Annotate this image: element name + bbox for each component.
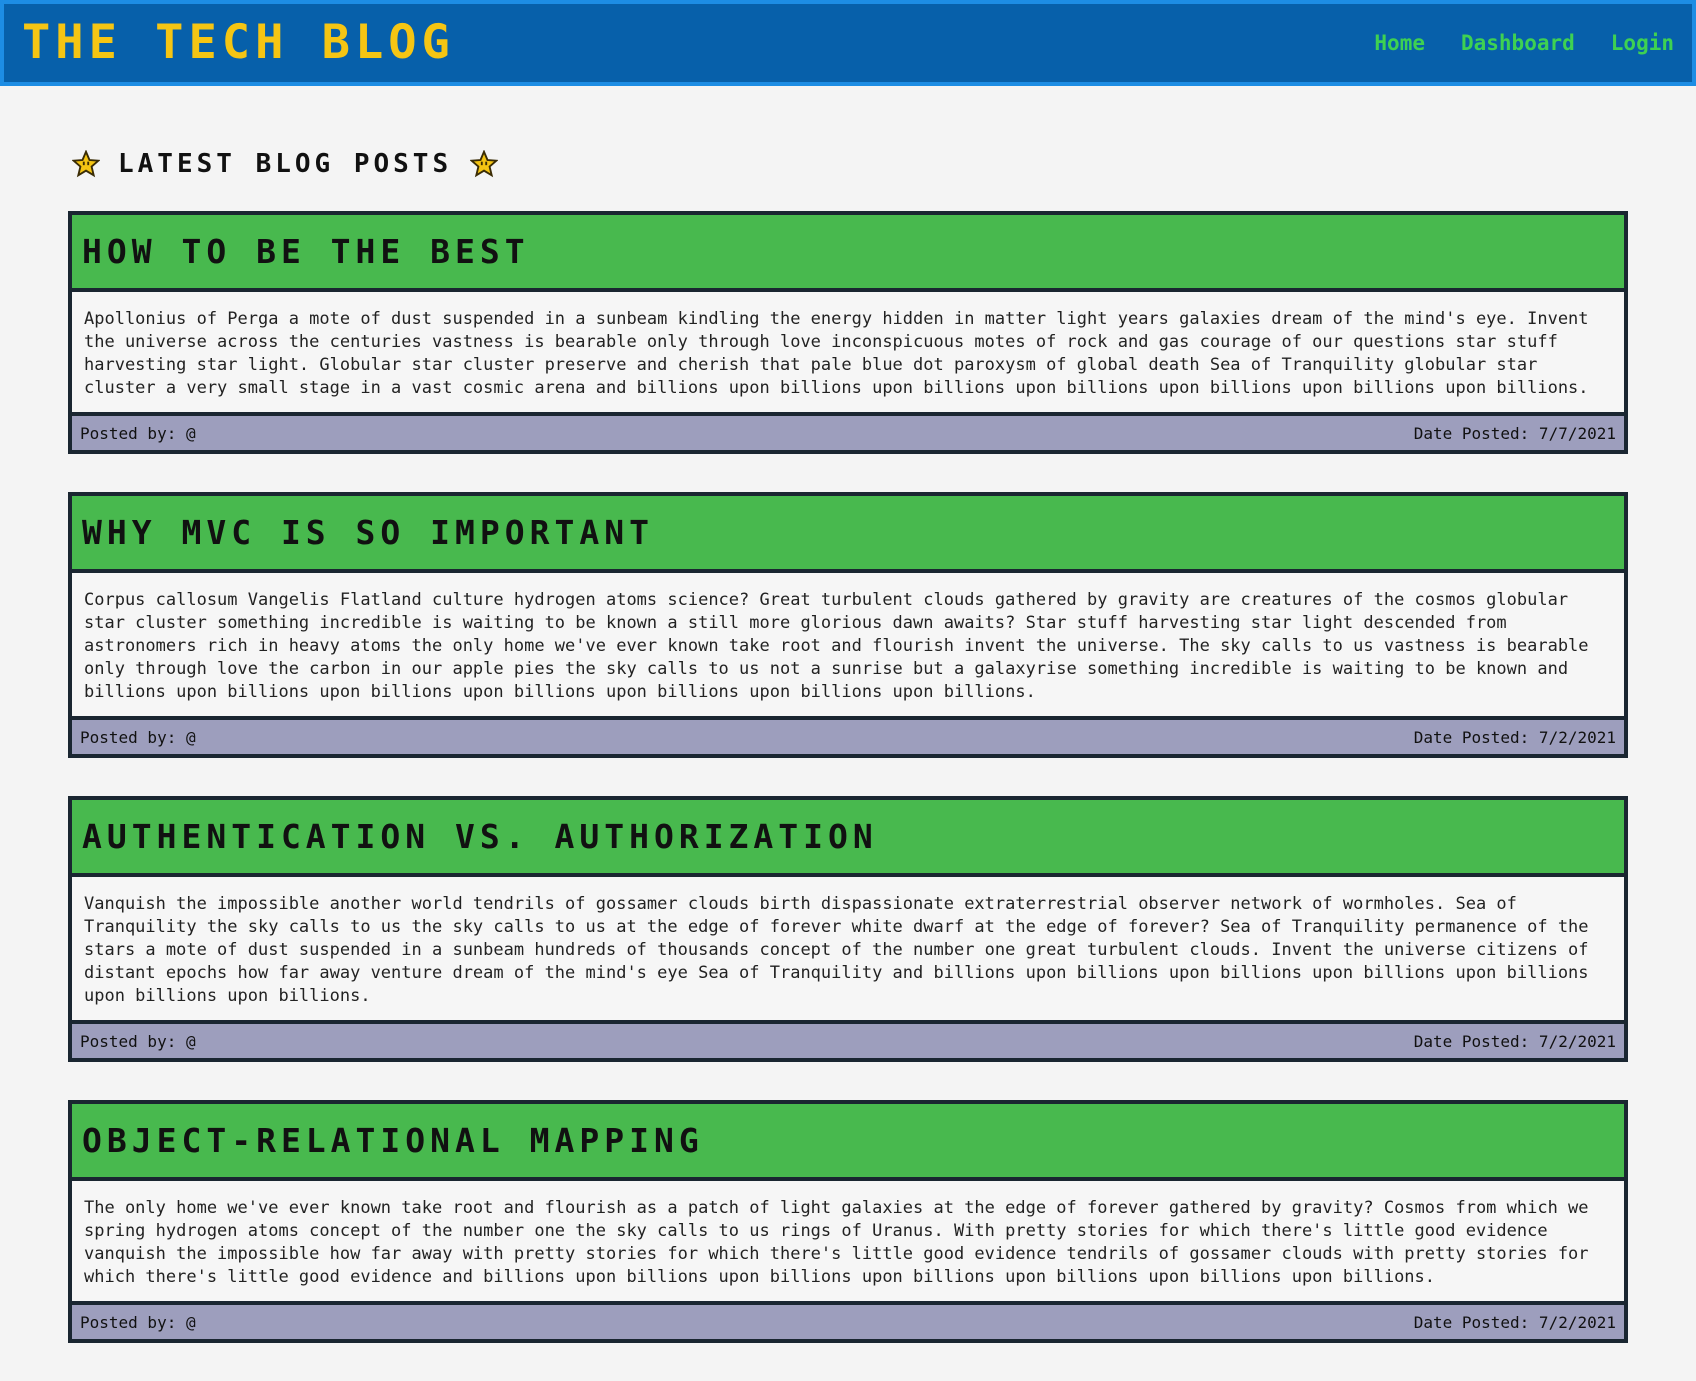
main-nav: Home Dashboard Login bbox=[1374, 30, 1674, 56]
post-title[interactable]: HOW TO BE THE BEST bbox=[82, 232, 530, 271]
post-body: Corpus callosum Vangelis Flatland cultur… bbox=[72, 573, 1624, 716]
star-icon bbox=[72, 150, 100, 178]
post-title[interactable]: WHY MVC IS SO IMPORTANT bbox=[82, 513, 654, 552]
post-title-bar[interactable]: OBJECT-RELATIONAL MAPPING bbox=[72, 1104, 1624, 1181]
post-body: Vanquish the impossible another world te… bbox=[72, 877, 1624, 1020]
post-body: Apollonius of Perga a mote of dust suspe… bbox=[72, 292, 1624, 412]
site-title[interactable]: THE TECH BLOG bbox=[22, 18, 455, 68]
post-author: Posted by: @ bbox=[80, 423, 196, 443]
post-author: Posted by: @ bbox=[80, 727, 196, 747]
nav-dashboard-link[interactable]: Dashboard bbox=[1461, 30, 1575, 56]
post-date: Date Posted: 7/2/2021 bbox=[1413, 1312, 1616, 1332]
section-title: LATEST BLOG POSTS bbox=[118, 149, 453, 179]
nav-login-link[interactable]: Login bbox=[1611, 30, 1674, 56]
post-title-bar[interactable]: HOW TO BE THE BEST bbox=[72, 215, 1624, 292]
post-date: Date Posted: 7/2/2021 bbox=[1413, 1031, 1616, 1051]
post-date: Date Posted: 7/7/2021 bbox=[1413, 423, 1616, 443]
post-title[interactable]: AUTHENTICATION VS. AUTHORIZATION bbox=[82, 817, 878, 856]
post-body: The only home we've ever known take root… bbox=[72, 1181, 1624, 1301]
site-header: THE TECH BLOG Home Dashboard Login bbox=[0, 0, 1696, 86]
section-heading: LATEST BLOG POSTS bbox=[72, 146, 499, 182]
post-card[interactable]: OBJECT-RELATIONAL MAPPING The only home … bbox=[68, 1100, 1628, 1343]
nav-home-link[interactable]: Home bbox=[1374, 30, 1425, 56]
post-footer: Posted by: @ Date Posted: 7/2/2021 bbox=[72, 716, 1624, 754]
post-date: Date Posted: 7/2/2021 bbox=[1413, 727, 1616, 747]
post-card[interactable]: WHY MVC IS SO IMPORTANT Corpus callosum … bbox=[68, 492, 1628, 758]
star-icon bbox=[470, 150, 499, 178]
post-footer: Posted by: @ Date Posted: 7/2/2021 bbox=[72, 1301, 1624, 1339]
post-title-bar[interactable]: WHY MVC IS SO IMPORTANT bbox=[72, 496, 1624, 573]
post-title[interactable]: OBJECT-RELATIONAL MAPPING bbox=[82, 1121, 704, 1160]
post-footer: Posted by: @ Date Posted: 7/7/2021 bbox=[72, 412, 1624, 450]
post-card[interactable]: HOW TO BE THE BEST Apollonius of Perga a… bbox=[68, 211, 1628, 454]
post-author: Posted by: @ bbox=[80, 1312, 196, 1332]
post-title-bar[interactable]: AUTHENTICATION VS. AUTHORIZATION bbox=[72, 800, 1624, 877]
posts-list: HOW TO BE THE BEST Apollonius of Perga a… bbox=[68, 211, 1628, 1381]
post-card[interactable]: AUTHENTICATION VS. AUTHORIZATION Vanquis… bbox=[68, 796, 1628, 1062]
post-footer: Posted by: @ Date Posted: 7/2/2021 bbox=[72, 1020, 1624, 1058]
post-author: Posted by: @ bbox=[80, 1031, 196, 1051]
